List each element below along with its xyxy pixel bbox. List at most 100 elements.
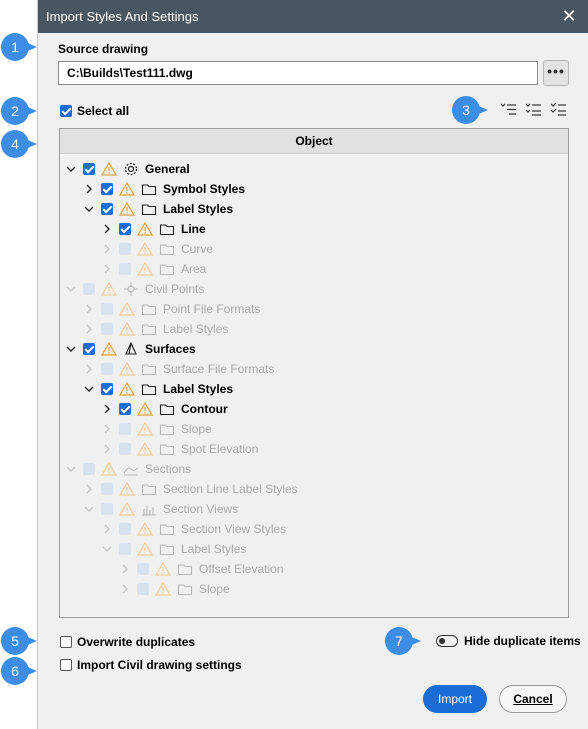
surface-icon: [123, 341, 139, 357]
tree-row-checkbox[interactable]: [83, 163, 95, 175]
tree-row-checkbox: [101, 363, 113, 375]
tree-row-checkbox[interactable]: [101, 203, 113, 215]
tree-row[interactable]: Slope: [119, 579, 230, 599]
tree-row[interactable]: Section View Styles: [101, 519, 286, 539]
browse-button[interactable]: •••: [543, 60, 569, 86]
overwrite-option[interactable]: Overwrite duplicates: [60, 635, 195, 649]
point-icon: [123, 281, 139, 297]
warning-icon: [118, 381, 136, 396]
chevron-down-icon[interactable]: [65, 343, 77, 355]
import-civil-checkbox[interactable]: [60, 659, 72, 671]
warning-icon: [136, 421, 154, 436]
tree-row[interactable]: Offset Elevation: [119, 559, 284, 579]
tree-row[interactable]: Label Styles: [83, 319, 228, 339]
checked-list-icon[interactable]: [550, 101, 567, 118]
tree-row-label: Area: [181, 262, 207, 276]
tree-row[interactable]: Curve: [101, 239, 213, 259]
chevron-right-icon[interactable]: [83, 323, 95, 335]
cancel-label: Cancel: [513, 692, 553, 706]
folder-icon: [159, 221, 175, 237]
tree-row[interactable]: General: [65, 159, 190, 179]
tree-row[interactable]: Sections: [65, 459, 191, 479]
numbered-list-icon[interactable]: [525, 101, 542, 118]
tree-row-label: Symbol Styles: [163, 182, 246, 196]
tree-row[interactable]: Civil Points: [65, 279, 204, 299]
tree-row[interactable]: Label Styles: [101, 539, 246, 559]
chevron-right-icon[interactable]: [83, 303, 95, 315]
folder-icon: [159, 441, 175, 457]
tree-row[interactable]: Section Line Label Styles: [83, 479, 298, 499]
warning-icon: [136, 221, 154, 236]
chevron-right-icon[interactable]: [101, 243, 113, 255]
tree-row[interactable]: Spot Elevation: [101, 439, 258, 459]
chevron-down-icon[interactable]: [83, 203, 95, 215]
chevron-right-icon[interactable]: [101, 443, 113, 455]
close-icon[interactable]: ✕: [557, 4, 581, 28]
tree-row-checkbox: [119, 523, 131, 535]
callout-7: 7: [385, 627, 421, 655]
warning-icon: [118, 481, 136, 496]
chevron-right-icon[interactable]: [101, 403, 113, 415]
cancel-button[interactable]: Cancel: [499, 685, 567, 713]
callout-3: 3: [452, 96, 488, 124]
hide-duplicates-toggle[interactable]: [436, 635, 458, 647]
tree-row-checkbox: [119, 243, 131, 255]
tree-row-checkbox[interactable]: [101, 183, 113, 195]
tree-row[interactable]: Surface File Formats: [83, 359, 274, 379]
chevron-right-icon[interactable]: [101, 223, 113, 235]
tree-row[interactable]: Section Views: [83, 499, 238, 519]
chevron-right-icon[interactable]: [83, 363, 95, 375]
tree-row[interactable]: Point File Formats: [83, 299, 260, 319]
section-views-icon: [141, 501, 157, 517]
tree-row[interactable]: Line: [101, 219, 206, 239]
object-tree[interactable]: Object General Symbol Styles Label Styles L…: [59, 128, 569, 618]
tree-row[interactable]: Contour: [101, 399, 228, 419]
title-bar: Import Styles And Settings ✕: [38, 0, 588, 33]
warning-icon: [118, 321, 136, 336]
tree-row-checkbox[interactable]: [119, 223, 131, 235]
hide-duplicates-option[interactable]: Hide duplicate items: [436, 634, 581, 648]
tree-row[interactable]: Slope: [101, 419, 212, 439]
sections-icon: [123, 461, 139, 477]
chevron-right-icon[interactable]: [101, 423, 113, 435]
chevron-right-icon[interactable]: [83, 183, 95, 195]
folder-icon: [141, 381, 157, 397]
chevron-down-icon[interactable]: [83, 383, 95, 395]
import-civil-option[interactable]: Import Civil drawing settings: [60, 658, 242, 672]
tree-row[interactable]: Label Styles: [83, 379, 233, 399]
tree-row-checkbox[interactable]: [83, 343, 95, 355]
tree-row-checkbox: [137, 583, 149, 595]
tree-row-checkbox: [101, 323, 113, 335]
chevron-down-icon[interactable]: [65, 463, 77, 475]
source-path-field[interactable]: C:\Builds\Test111.dwg: [58, 61, 538, 85]
overwrite-checkbox[interactable]: [60, 636, 72, 648]
tree-row[interactable]: Label Styles: [83, 199, 233, 219]
chevron-right-icon[interactable]: [101, 523, 113, 535]
tree-header: Object: [60, 129, 568, 154]
tree-row[interactable]: Symbol Styles: [83, 179, 245, 199]
chevron-down-icon[interactable]: [65, 163, 77, 175]
tree-row-checkbox: [83, 463, 95, 475]
select-all-checkbox[interactable]: [60, 105, 72, 117]
chevron-right-icon[interactable]: [119, 583, 131, 595]
warning-icon: [118, 201, 136, 216]
select-all[interactable]: Select all: [60, 104, 129, 118]
import-button[interactable]: Import: [423, 685, 487, 713]
import-civil-label: Import Civil drawing settings: [77, 658, 242, 672]
tree-row-checkbox[interactable]: [101, 383, 113, 395]
folder-icon: [141, 361, 157, 377]
chevron-right-icon[interactable]: [83, 483, 95, 495]
folder-icon: [141, 181, 157, 197]
chevron-right-icon[interactable]: [101, 263, 113, 275]
folder-icon: [159, 541, 175, 557]
chevron-down-icon[interactable]: [65, 283, 77, 295]
chevron-down-icon[interactable]: [101, 543, 113, 555]
chevron-right-icon[interactable]: [119, 563, 131, 575]
expand-all-icon[interactable]: [500, 101, 517, 118]
tree-row[interactable]: Area: [101, 259, 206, 279]
chevron-down-icon[interactable]: [83, 503, 95, 515]
tree-row-label: Point File Formats: [163, 302, 261, 316]
tree-row[interactable]: Surfaces: [65, 339, 196, 359]
tree-row-checkbox: [119, 423, 131, 435]
tree-row-checkbox[interactable]: [119, 403, 131, 415]
